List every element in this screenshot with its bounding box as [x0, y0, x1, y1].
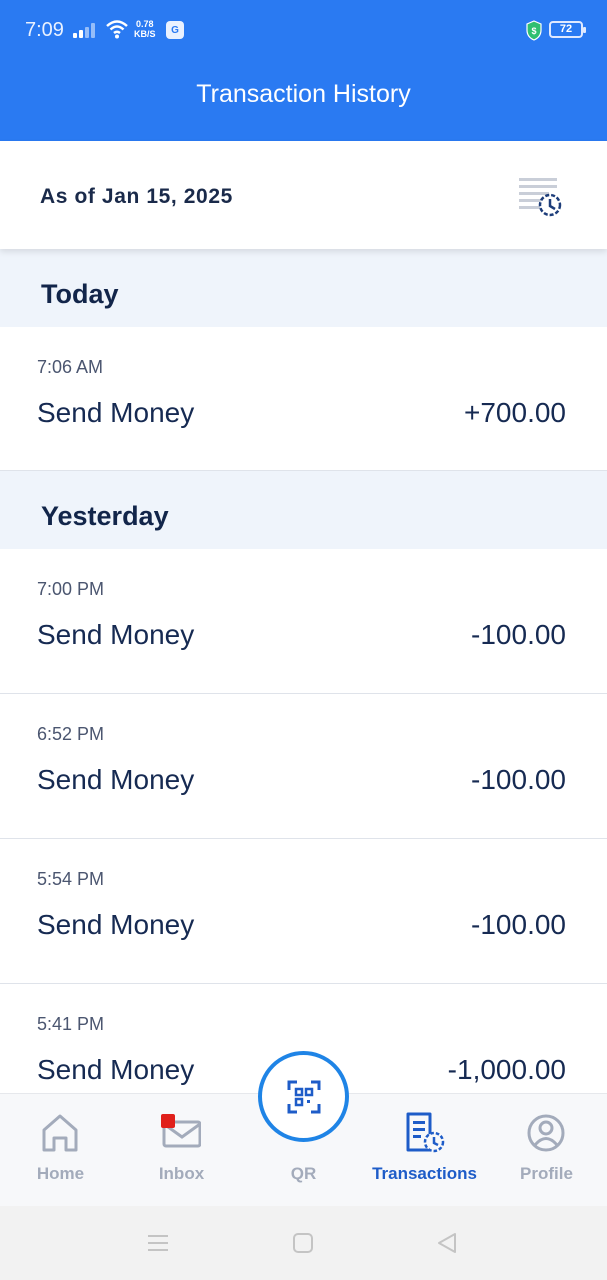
- as-of-bar: As of Jan 15, 2025: [0, 141, 607, 249]
- transaction-amount: -100.00: [471, 619, 566, 650]
- nav-label: Transactions: [372, 1164, 477, 1183]
- status-time: 7:09: [25, 19, 64, 41]
- page-title: Transaction History: [196, 80, 411, 108]
- shield-icon: $: [526, 20, 542, 41]
- section-header-today: Today: [0, 249, 607, 327]
- transaction-name: Send Money: [37, 397, 195, 428]
- nav-inbox[interactable]: Inbox: [121, 1094, 242, 1207]
- profile-icon: [527, 1114, 565, 1152]
- history-filter-icon[interactable]: [516, 176, 564, 220]
- wifi-icon: [106, 20, 128, 39]
- transaction-list: Today 7:06 AM Send Money +700.00 Yesterd…: [0, 249, 607, 1129]
- transaction-time: 7:06 AM: [37, 357, 104, 377]
- nav-label: QR: [290, 1164, 317, 1183]
- system-navigation-bar: [0, 1206, 607, 1280]
- battery-icon: 72: [549, 21, 586, 38]
- transaction-amount: -1,000.00: [447, 1054, 566, 1085]
- network-speed: 0.78 KB/S: [134, 19, 156, 39]
- nav-label: Profile: [520, 1164, 573, 1183]
- svg-text:$: $: [531, 26, 536, 36]
- transaction-name: Send Money: [37, 909, 195, 940]
- transaction-amount: +700.00: [464, 397, 566, 428]
- nav-transactions[interactable]: Transactions: [364, 1094, 485, 1207]
- transaction-time: 6:52 PM: [37, 724, 105, 744]
- section-title: Today: [41, 279, 119, 309]
- unread-badge: [161, 1114, 175, 1128]
- signal-icon: [73, 22, 99, 38]
- nav-home[interactable]: Home: [0, 1094, 121, 1207]
- transactions-icon: [406, 1112, 445, 1153]
- transaction-amount: -100.00: [471, 909, 566, 940]
- nav-label: Home: [36, 1164, 85, 1183]
- transaction-time: 5:41 PM: [37, 1014, 105, 1034]
- app-notification-icon: G: [166, 21, 184, 39]
- nav-label: Inbox: [158, 1164, 205, 1183]
- status-bar: 7:09 0.78 KB/S G $ 72: [0, 0, 607, 60]
- home-icon: [42, 1114, 78, 1152]
- transaction-row[interactable]: 5:54 PM Send Money -100.00: [0, 839, 607, 984]
- as-of-date: As of Jan 15, 2025: [40, 185, 233, 208]
- transaction-time: 5:54 PM: [37, 869, 105, 889]
- transaction-amount: -100.00: [471, 764, 566, 795]
- back-icon[interactable]: [436, 1232, 458, 1254]
- transaction-row[interactable]: 6:52 PM Send Money -100.00: [0, 694, 607, 839]
- qr-scan-icon: [287, 1080, 321, 1114]
- transaction-row[interactable]: 7:00 PM Send Money -100.00: [0, 549, 607, 694]
- transaction-name: Send Money: [37, 764, 195, 795]
- menu-icon[interactable]: [146, 1232, 170, 1254]
- section-header-yesterday: Yesterday: [0, 471, 607, 549]
- transaction-time: 7:00 PM: [37, 579, 105, 599]
- home-square-icon[interactable]: [292, 1232, 314, 1254]
- transaction-name: Send Money: [37, 1054, 195, 1085]
- qr-scan-button[interactable]: [258, 1051, 349, 1142]
- section-title: Yesterday: [41, 501, 169, 531]
- transaction-name: Send Money: [37, 619, 195, 650]
- transaction-row[interactable]: 7:06 AM Send Money +700.00: [0, 327, 607, 471]
- app-header: 7:09 0.78 KB/S G $ 72 Transaction Histor…: [0, 0, 607, 141]
- nav-profile[interactable]: Profile: [486, 1094, 607, 1207]
